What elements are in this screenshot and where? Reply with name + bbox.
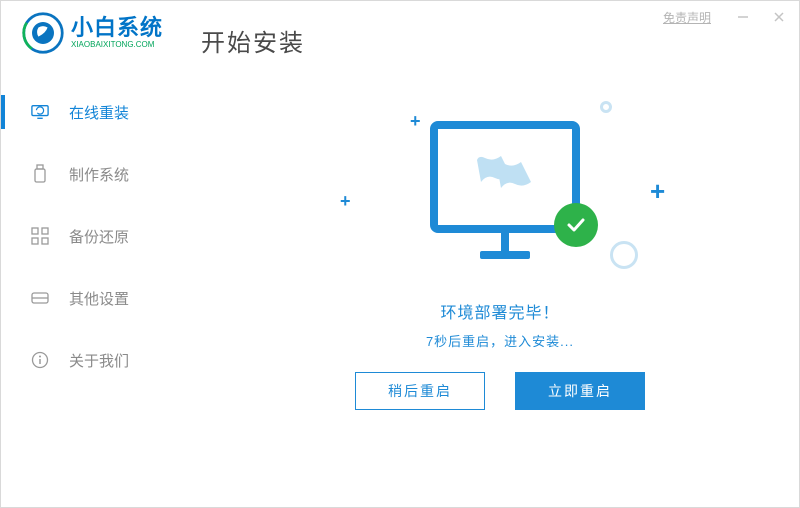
ring-decor-icon [610,241,638,269]
grid-icon [31,227,49,245]
minimize-icon [736,10,750,24]
minimize-button[interactable] [731,5,755,29]
usb-icon [31,165,49,183]
sidebar-item-reinstall[interactable]: 在线重装 [1,81,201,143]
status-title: 环境部署完毕！ [440,299,559,323]
brand-title: 小白系统 [71,17,163,39]
brand-text: 小白系统 XIAOBAIXITONG.COM [71,17,163,49]
close-button[interactable] [767,5,791,29]
sidebar-item-about[interactable]: 关于我们 [1,329,201,391]
sidebar-item-create[interactable]: 制作系统 [1,143,201,205]
plus-decor-icon: + [650,176,665,207]
drive-icon [31,289,49,307]
titlebar: 免责声明 [655,1,799,33]
success-check-icon [554,203,598,247]
sidebar-item-settings[interactable]: 其他设置 [1,267,201,329]
monitor-refresh-icon [31,103,49,121]
header: 小白系统 XIAOBAIXITONG.COM [21,11,163,55]
info-icon [31,351,49,369]
sidebar: 在线重装 制作系统 备份还原 其他设置 关于我们 [1,81,201,391]
disclaimer-link[interactable]: 免责声明 [663,9,711,26]
page-title: 开始安装 [201,23,305,58]
sidebar-item-label: 制作系统 [69,164,129,185]
brand-subtitle: XIAOBAIXITONG.COM [71,41,163,49]
close-icon [772,10,786,24]
plus-decor-icon: + [340,191,351,212]
illustration: + + + [310,91,690,291]
button-row: 稍后重启 立即重启 [355,372,645,410]
app-window: 免责声明 小白系统 XIAOBAIXITONG.COM 开始安装 在线重装 [0,0,800,508]
sidebar-item-backup[interactable]: 备份还原 [1,205,201,267]
restart-now-button[interactable]: 立即重启 [515,372,645,410]
status-subtitle: 7秒后重启，进入安装... [426,331,574,350]
sidebar-item-label: 关于我们 [69,350,129,371]
main-content: + + + 环境部署完毕！ 7秒后重启，进入安装... [201,71,799,507]
sidebar-item-label: 备份还原 [69,226,129,247]
plus-decor-icon: + [410,111,421,132]
restart-later-button[interactable]: 稍后重启 [355,372,485,410]
sidebar-item-label: 在线重装 [69,102,129,123]
monitor-illustration [430,121,580,259]
logo-icon [21,11,65,55]
sidebar-item-label: 其他设置 [69,288,129,309]
windows-icon [477,152,533,202]
ring-decor-icon [600,101,612,113]
